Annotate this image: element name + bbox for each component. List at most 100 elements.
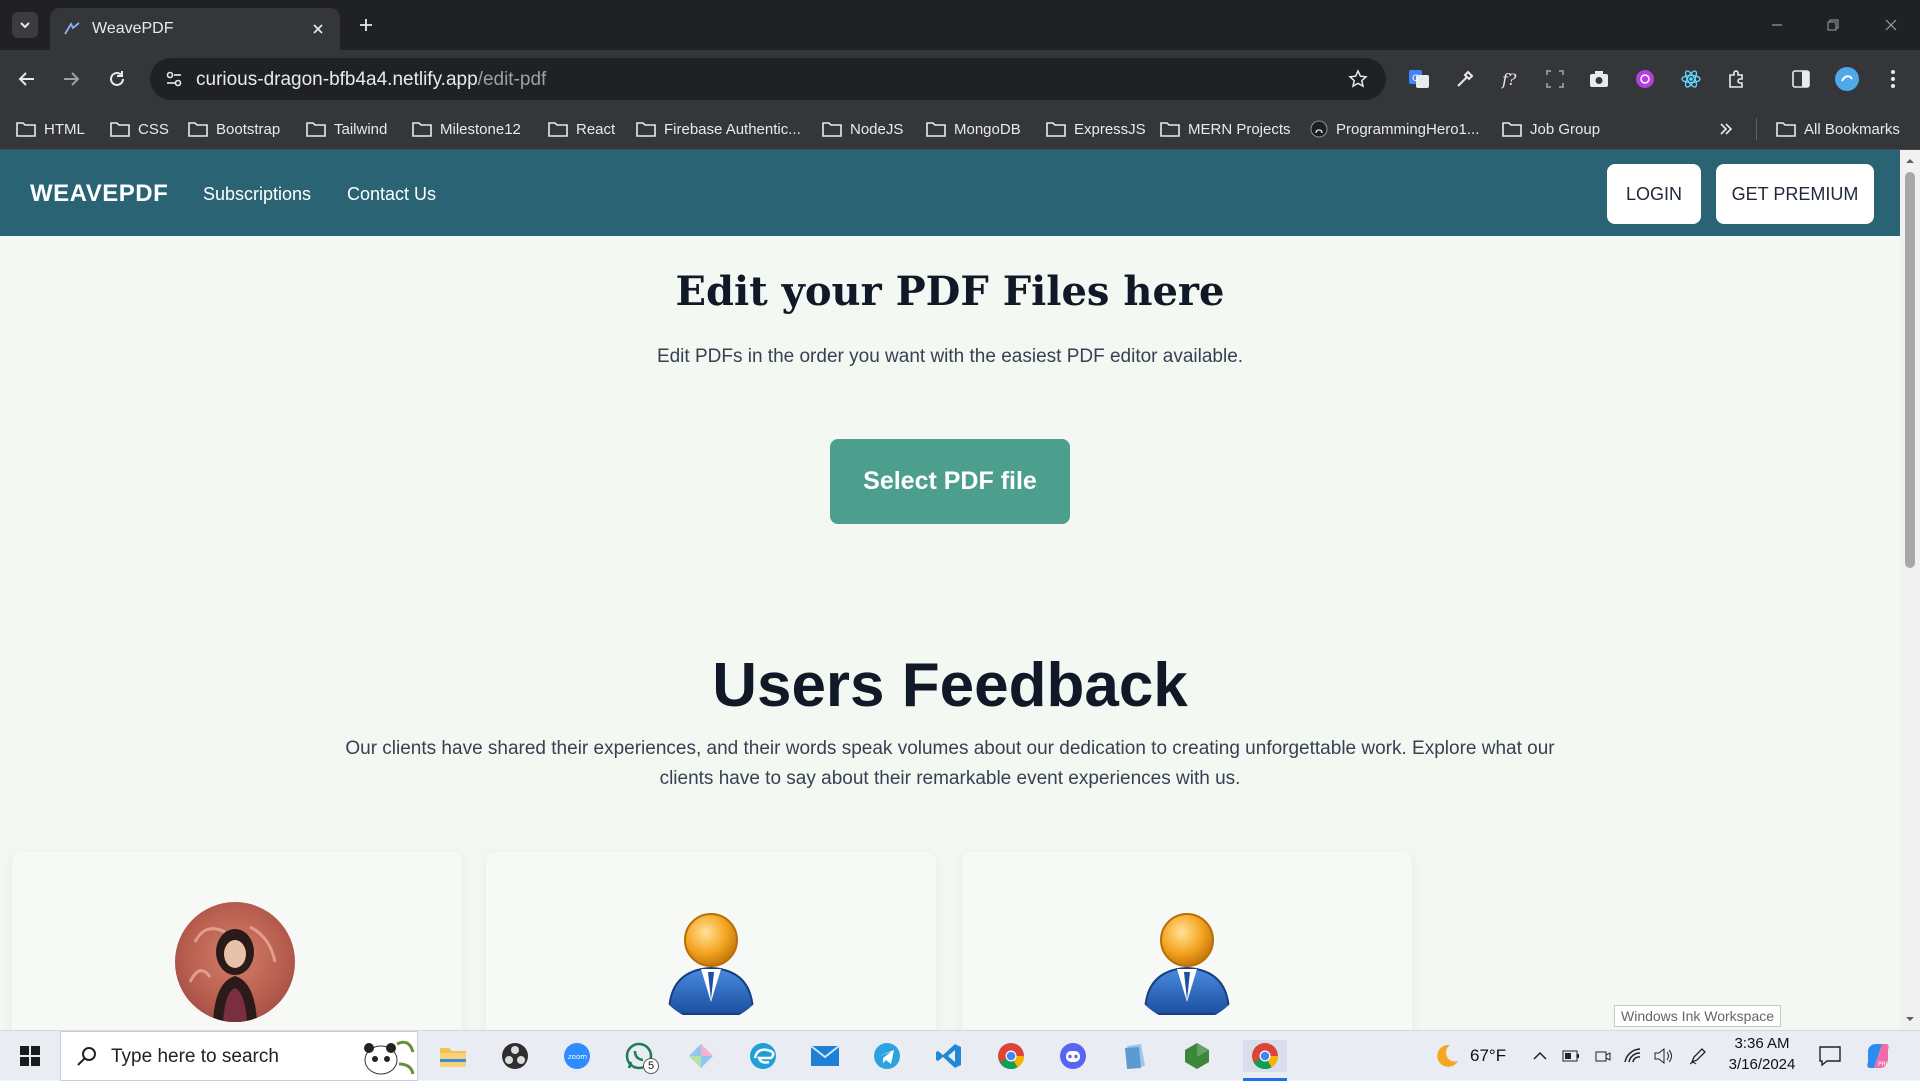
bookmarks-bar: HTML CSS Bootstrap Tailwind Milestone12 … [0, 108, 1920, 150]
windows-logo-icon [20, 1046, 40, 1066]
tab-title: WeavePDF [92, 20, 174, 37]
bookmark-react[interactable]: React [548, 116, 615, 142]
taskbar-whatsapp[interactable]: 5 [623, 1040, 659, 1074]
svg-text:zoom: zoom [568, 1053, 587, 1061]
search-placeholder: Type here to search [111, 1046, 279, 1067]
forward-button[interactable] [58, 66, 84, 92]
network-status[interactable] [1622, 1040, 1644, 1072]
taskbar-files-app[interactable] [1119, 1040, 1151, 1072]
taskbar-chrome-active[interactable] [1243, 1040, 1287, 1081]
address-bar[interactable]: curious-dragon-bfb4a4.netlify.app/edit-p… [150, 58, 1386, 100]
weather-temperature[interactable]: 67°F [1470, 1046, 1506, 1066]
bookmark-firebase[interactable]: Firebase Authentic... [636, 116, 801, 142]
bookmark-nodejs[interactable]: NodeJS [822, 116, 903, 142]
bookmark-expressjs[interactable]: ExpressJS [1046, 116, 1146, 142]
bookmark-label: Bootstrap [216, 120, 281, 138]
taskbar-telegram[interactable] [871, 1040, 903, 1072]
taskbar-discord[interactable] [1057, 1040, 1089, 1072]
taskbar-vscode[interactable] [933, 1040, 965, 1072]
page-scrollbar[interactable] [1900, 150, 1920, 1030]
camera-extension[interactable] [1586, 66, 1612, 92]
site-info-button[interactable] [162, 67, 186, 91]
window-close-button[interactable] [1878, 12, 1904, 38]
taskbar-edge[interactable] [747, 1040, 779, 1072]
clock-date[interactable]: 3/16/2024 [1726, 1056, 1798, 1073]
more-vertical-icon [1891, 70, 1895, 88]
taskbar-search[interactable]: Type here to search [60, 1031, 418, 1081]
react-devtools-extension[interactable] [1678, 66, 1704, 92]
translate-icon: G [1409, 70, 1429, 88]
bookmark-html[interactable]: HTML [16, 116, 85, 142]
taskbar-git-app[interactable] [685, 1040, 717, 1072]
purple-extension[interactable] [1632, 66, 1658, 92]
bookmark-star-button[interactable] [1346, 67, 1370, 91]
bookmark-job-group[interactable]: Job Group [1502, 116, 1600, 142]
notifications-button[interactable] [1814, 1040, 1846, 1072]
feedback-card [12, 852, 462, 1030]
pen-workspace-button[interactable] [1686, 1040, 1710, 1072]
plus-icon [360, 19, 372, 31]
reload-button[interactable] [104, 66, 130, 92]
copilot-button[interactable]: PRE [1862, 1040, 1894, 1072]
bookmark-mern-projects[interactable]: MERN Projects [1160, 116, 1291, 142]
weather-widget[interactable] [1430, 1040, 1462, 1072]
start-button[interactable] [14, 1040, 46, 1072]
bookmark-tailwind[interactable]: Tailwind [306, 116, 387, 142]
extensions-button[interactable] [1724, 66, 1750, 92]
scroll-up-arrow-icon[interactable] [1905, 156, 1915, 166]
scrollbar-thumb[interactable] [1905, 172, 1915, 568]
restore-button[interactable] [1820, 12, 1846, 38]
clock-time[interactable]: 3:36 AM [1734, 1035, 1790, 1052]
bookmark-mongodb[interactable]: MongoDB [926, 116, 1021, 142]
nav-link-contact[interactable]: Contact Us [347, 184, 436, 205]
bookmark-css[interactable]: CSS [110, 116, 169, 142]
font-extension[interactable]: f? [1498, 66, 1524, 92]
site-logo[interactable]: WEAVEPDF [30, 180, 168, 208]
show-hidden-icons[interactable] [1528, 1040, 1552, 1072]
taskbar-nodejs[interactable] [1181, 1040, 1213, 1072]
bookmark-bootstrap[interactable]: Bootstrap [188, 116, 280, 142]
discord-icon [1060, 1043, 1086, 1069]
reload-icon [110, 71, 124, 86]
tune-icon [166, 71, 182, 87]
svg-text:f?: f? [1501, 70, 1517, 89]
bookmark-milestone12[interactable]: Milestone12 [412, 116, 521, 142]
taskbar-chrome[interactable] [995, 1040, 1027, 1072]
nav-link-subscriptions[interactable]: Subscriptions [203, 184, 311, 205]
taskbar-obs[interactable] [499, 1040, 531, 1072]
tab-search-button[interactable] [12, 12, 38, 38]
diamond-app-icon [689, 1044, 713, 1068]
color-picker-extension[interactable] [1452, 66, 1478, 92]
browser-tab[interactable]: WeavePDF [50, 8, 340, 50]
battery-status[interactable] [1560, 1040, 1582, 1072]
taskbar-zoom[interactable]: zoom [561, 1040, 593, 1072]
chevron-double-right-icon [1720, 123, 1733, 135]
font-icon: f? [1501, 70, 1517, 89]
back-button[interactable] [14, 66, 40, 92]
pen-icon [1689, 1048, 1706, 1065]
side-panel-button[interactable] [1788, 66, 1814, 92]
svg-text:G: G [1412, 74, 1419, 84]
bookmarks-overflow-button[interactable] [1718, 116, 1742, 142]
all-bookmarks-button[interactable]: All Bookmarks [1776, 116, 1900, 142]
bookmark-programminghero[interactable]: ProgrammingHero1... [1310, 116, 1479, 142]
minimize-button[interactable] [1764, 12, 1790, 38]
copilot-icon: PRE [1867, 1044, 1890, 1068]
select-pdf-button[interactable]: Select PDF file [830, 439, 1070, 524]
meet-now[interactable] [1592, 1040, 1614, 1072]
taskbar-file-explorer[interactable] [437, 1040, 469, 1072]
speaker-icon [1654, 1048, 1672, 1064]
scroll-down-arrow-icon[interactable] [1905, 1014, 1915, 1024]
mail-icon [810, 1045, 840, 1066]
taskbar-mail[interactable] [809, 1040, 841, 1072]
new-tab-button[interactable] [354, 13, 378, 37]
google-translate-extension[interactable]: G [1406, 66, 1432, 92]
screenshot-extension[interactable] [1542, 66, 1568, 92]
login-button[interactable]: LOGIN [1607, 164, 1701, 224]
get-premium-button[interactable]: GET PREMIUM [1716, 164, 1874, 224]
tab-close-button[interactable] [308, 19, 328, 39]
volume-control[interactable] [1652, 1040, 1674, 1072]
browser-toolbar: curious-dragon-bfb4a4.netlify.app/edit-p… [0, 50, 1920, 108]
profile-button[interactable] [1834, 66, 1860, 92]
chrome-menu-button[interactable] [1880, 66, 1906, 92]
